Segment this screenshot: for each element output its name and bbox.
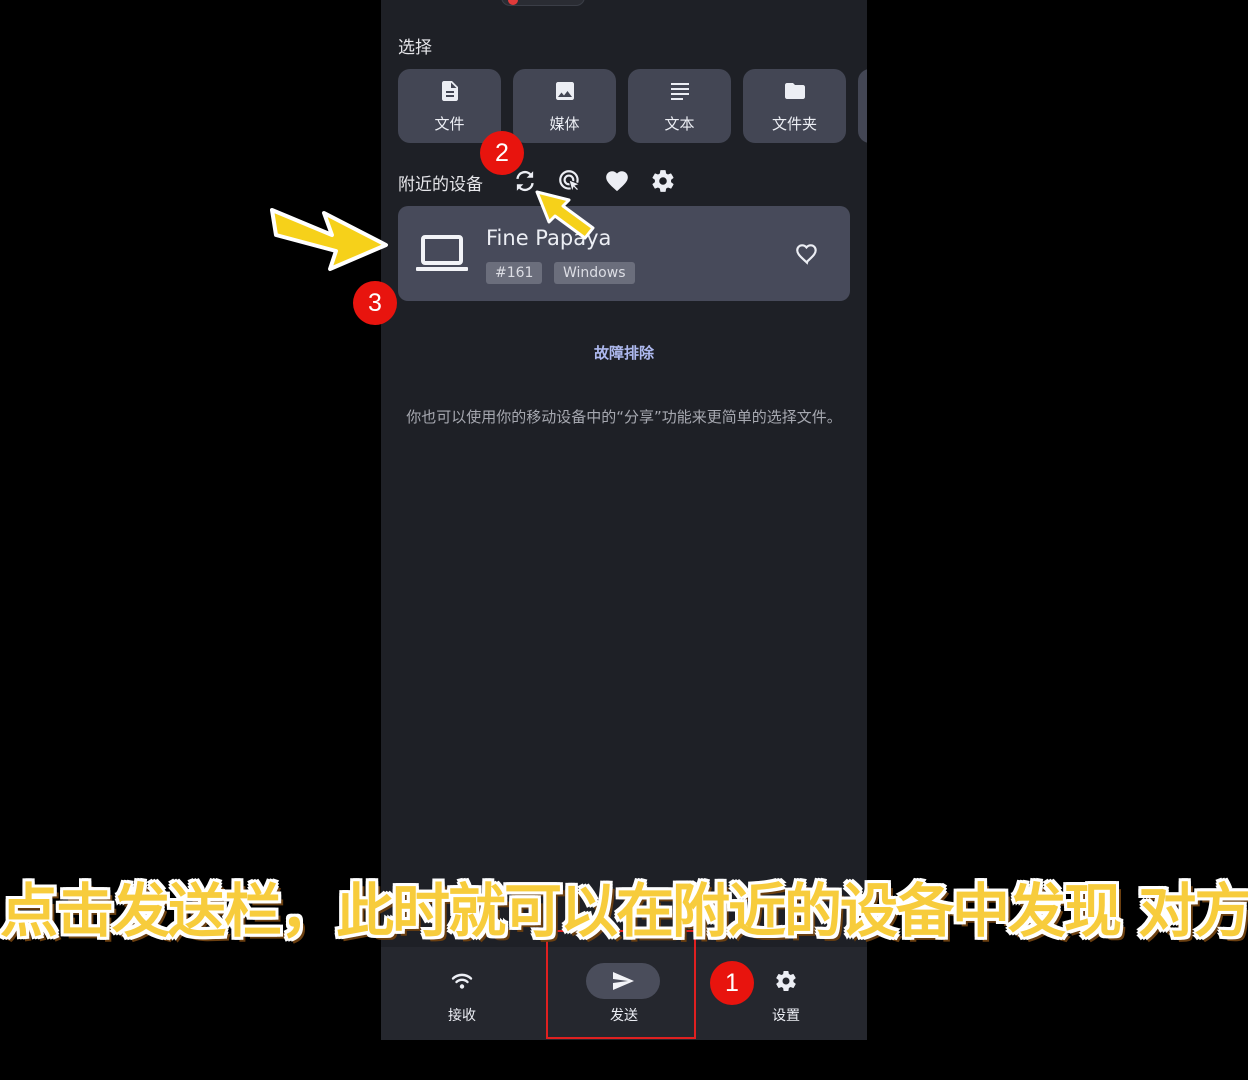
step-badge-1: 1: [710, 961, 754, 1005]
heart-filled-icon[interactable]: [604, 168, 630, 194]
nav-receive[interactable]: 接收: [381, 947, 543, 1040]
step-badge-3: 3: [353, 281, 397, 325]
image-icon: [556, 82, 574, 100]
laptop-icon: [416, 235, 468, 271]
wifi-icon: [451, 973, 473, 989]
top-partial-chip: [501, 0, 585, 6]
select-file-label: 文件: [434, 115, 465, 133]
select-file-button[interactable]: 文件: [398, 69, 501, 143]
tutorial-caption: 点击发送栏，此时就可以在附近的设备中发现 对方了: [0, 877, 1248, 945]
device-card[interactable]: Fine Papaya #161 Windows: [398, 206, 850, 301]
gear-icon[interactable]: [650, 168, 676, 194]
device-id-tag: #161: [486, 262, 543, 284]
gear-icon: [776, 971, 796, 992]
select-text-label: 文本: [664, 115, 695, 133]
select-folder-label: 文件夹: [771, 115, 817, 133]
folder-icon: [785, 83, 805, 99]
favorite-heart-icon[interactable]: [794, 241, 820, 267]
select-more-button[interactable]: [858, 69, 867, 143]
nav-receive-label: 接收: [448, 1008, 476, 1024]
select-media-button[interactable]: 媒体: [513, 69, 616, 143]
device-os-tag: Windows: [554, 262, 635, 284]
nav-settings-label: 设置: [772, 1008, 800, 1024]
select-section-title: 选择: [398, 38, 432, 58]
nearby-devices-title: 附近的设备: [398, 175, 483, 195]
file-icon: [442, 81, 458, 101]
arrow-to-refresh-icon: [535, 190, 595, 240]
select-text-button[interactable]: 文本: [628, 69, 731, 143]
select-folder-button[interactable]: 文件夹: [743, 69, 846, 143]
text-icon: [671, 83, 689, 100]
step-badge-2: 2: [480, 131, 524, 175]
send-tab-highlight-frame: [546, 930, 696, 1039]
troubleshoot-link[interactable]: 故障排除: [381, 342, 867, 363]
select-media-label: 媒体: [549, 115, 580, 133]
share-hint-text: 你也可以使用你的移动设备中的“分享”功能来更简单的选择文件。: [406, 408, 842, 426]
arrow-to-device-icon: [270, 208, 388, 271]
